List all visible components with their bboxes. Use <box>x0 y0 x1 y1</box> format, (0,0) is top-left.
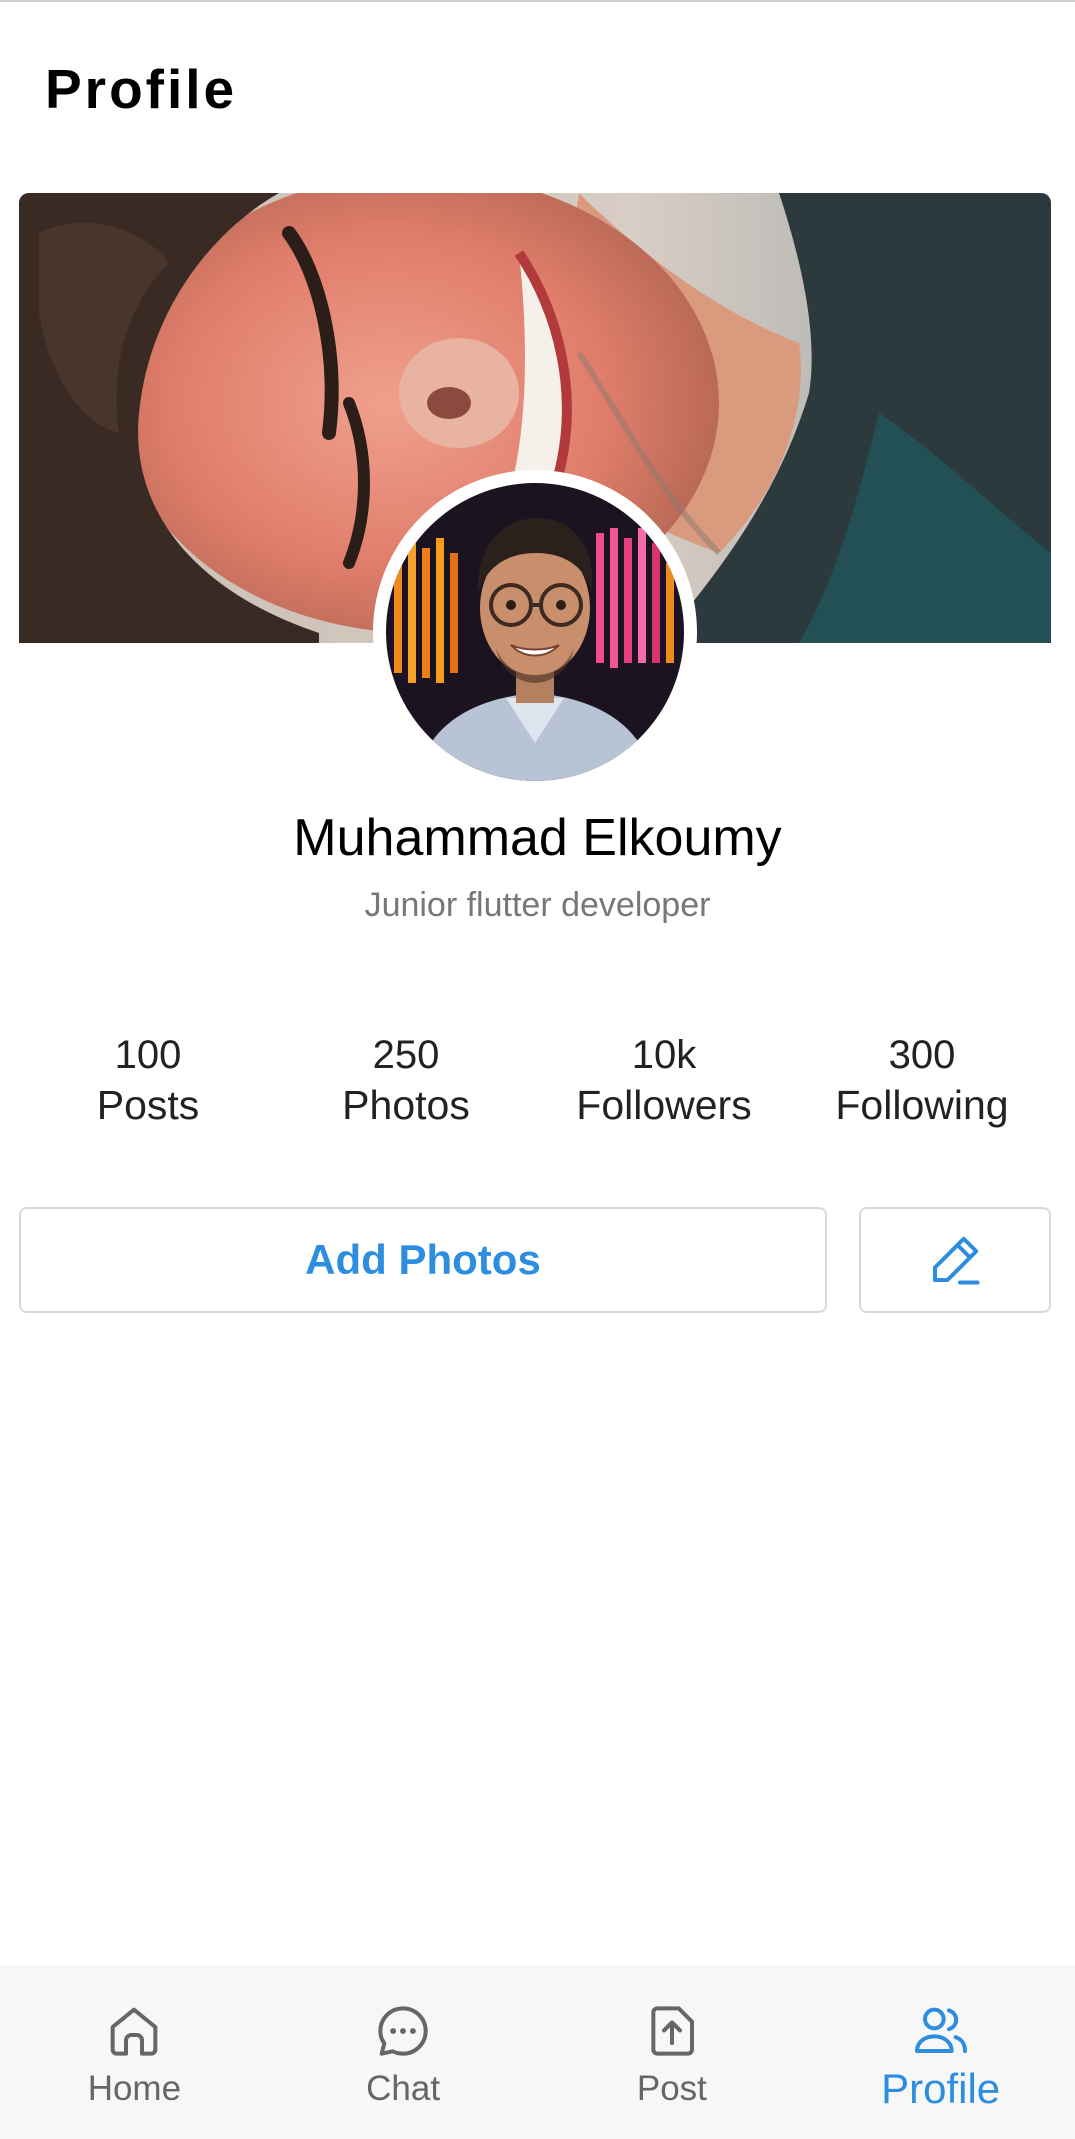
avatar[interactable] <box>386 483 684 781</box>
nav-label-chat: Chat <box>366 2069 441 2108</box>
page-title: Profile <box>45 58 238 120</box>
profile-stats: 100 Posts 250 Photos 10k Followers 300 F… <box>19 1030 1051 1130</box>
stat-value: 300 <box>888 1033 956 1077</box>
nav-item-home[interactable]: Home <box>0 1965 269 2139</box>
edit-profile-button[interactable] <box>859 1207 1051 1313</box>
app-header: Profile <box>0 2 1075 172</box>
nav-label-profile: Profile <box>881 2065 1001 2112</box>
bottom-navigation: Home Chat Post Profile <box>0 1965 1075 2139</box>
avatar-ring <box>373 470 697 794</box>
stat-value: 10k <box>631 1033 697 1077</box>
nav-item-chat[interactable]: Chat <box>269 1965 538 2139</box>
profile-bio: Junior flutter developer <box>364 886 711 924</box>
avatar-image <box>386 483 684 781</box>
nav-label-post: Post <box>636 2069 707 2108</box>
stat-label: Posts <box>96 1082 200 1128</box>
stat-posts[interactable]: 100 Posts <box>19 1030 277 1130</box>
chat-icon <box>378 2006 428 2056</box>
nav-label-home: Home <box>87 2069 182 2108</box>
add-photos-button[interactable]: Add Photos <box>19 1207 827 1313</box>
nav-item-post[interactable]: Post <box>538 1965 807 2139</box>
stat-following[interactable]: 300 Following <box>793 1030 1051 1130</box>
stat-value: 100 <box>114 1033 182 1077</box>
pencil-icon <box>933 1236 980 1285</box>
profile-name: Muhammad Elkoumy <box>293 809 782 867</box>
stat-label: Following <box>835 1082 1009 1128</box>
people-icon <box>914 2007 967 2053</box>
stat-photos[interactable]: 250 Photos <box>277 1030 535 1130</box>
stat-value: 250 <box>372 1033 440 1077</box>
nav-item-profile[interactable]: Profile <box>806 1965 1075 2139</box>
stat-followers[interactable]: 10k Followers <box>535 1030 793 1130</box>
upload-icon <box>651 2006 694 2056</box>
home-icon <box>111 2007 158 2056</box>
stat-label: Followers <box>576 1082 752 1128</box>
stat-label: Photos <box>342 1082 470 1128</box>
